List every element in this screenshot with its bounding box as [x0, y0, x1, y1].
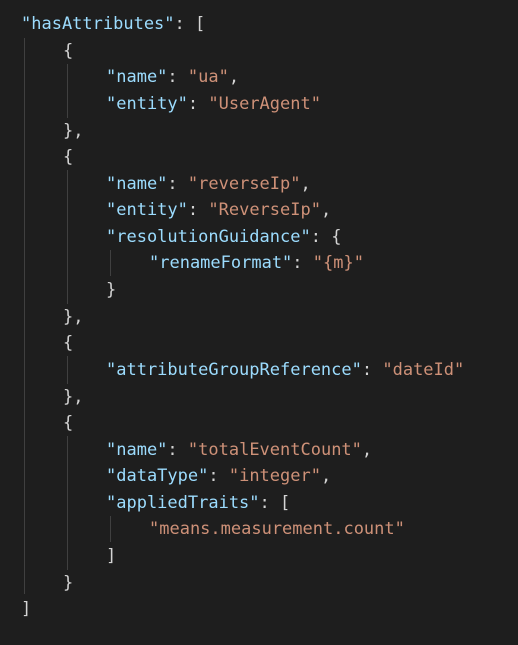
json-key: "name" [106, 67, 168, 87]
json-bracket: ] [21, 599, 32, 619]
indent-guide [110, 516, 111, 542]
code-line: } [63, 570, 73, 596]
code-line: ] [106, 543, 116, 569]
json-string: "means.measurement.count" [149, 519, 405, 539]
code-line: "entity": "UserAgent" [106, 91, 321, 117]
json-string: "ReverseIp" [208, 200, 321, 220]
json-colon: : [174, 14, 196, 34]
json-comma: , [320, 466, 332, 486]
json-key: "name" [106, 440, 168, 460]
code-line: "entity": "ReverseIp", [106, 197, 331, 223]
indent-guide [67, 170, 68, 304]
code-line: ] [21, 596, 31, 622]
code-line: "means.measurement.count" [149, 516, 405, 542]
json-colon: : [167, 440, 188, 460]
json-brace: }, [63, 307, 84, 327]
json-string: "integer" [228, 466, 321, 486]
json-colon: : [259, 493, 281, 513]
code-line: "attributeGroupReference": "dateId" [106, 357, 464, 383]
indent-guide [67, 64, 68, 118]
code-line: }, [63, 304, 83, 330]
json-bracket: ] [106, 546, 117, 566]
json-key: "resolutionGuidance" [106, 227, 311, 247]
indent-guide [24, 38, 25, 594]
code-line: "name": "totalEventCount", [106, 437, 372, 463]
json-key: "name" [106, 174, 168, 194]
json-string: "{m}" [312, 253, 364, 273]
code-line: "name": "reverseIp", [106, 171, 311, 197]
code-line: }, [63, 118, 83, 144]
json-comma: , [361, 440, 373, 460]
json-colon: : [292, 253, 313, 273]
json-comma: , [300, 174, 311, 194]
json-brace: }, [63, 387, 84, 407]
code-editor[interactable]: "hasAttributes": [ { "name": "ua", "enti… [0, 0, 518, 645]
json-key: "entity" [106, 94, 188, 114]
json-brace: { [63, 333, 74, 353]
indent-guide [110, 250, 111, 276]
code-line: }, [63, 384, 83, 410]
json-colon: : [167, 174, 188, 194]
code-line: "name": "ua", [106, 64, 239, 90]
json-comma: , [320, 200, 332, 220]
json-string: "totalEventCount" [187, 440, 362, 460]
code-line: "resolutionGuidance": { [106, 224, 341, 250]
json-brace: } [106, 280, 117, 300]
code-line: { [63, 330, 73, 356]
json-key: "appliedTraits" [106, 493, 260, 513]
json-key: "entity" [106, 200, 188, 220]
json-colon: : [167, 67, 188, 87]
json-key: "dataType" [106, 466, 209, 486]
json-bracket: [ [195, 14, 206, 34]
json-colon: : [361, 360, 383, 380]
code-line: { [63, 38, 73, 64]
json-string: "reverseIp" [187, 174, 301, 194]
json-brace: { [63, 413, 74, 433]
json-colon: : [310, 227, 332, 247]
json-colon: : [187, 200, 209, 220]
json-brace: { [331, 227, 342, 247]
json-key: "attributeGroupReference" [106, 360, 362, 380]
json-colon: : [187, 94, 209, 114]
json-string: "dateId" [382, 360, 465, 380]
json-key: "renameFormat" [149, 253, 293, 273]
code-line: "dataType": "integer", [106, 463, 331, 489]
json-brace: }, [63, 121, 84, 141]
json-brace: { [63, 147, 74, 167]
json-brace: { [63, 41, 74, 61]
json-comma: , [228, 67, 240, 87]
json-bracket: [ [280, 493, 291, 513]
json-colon: : [208, 466, 229, 486]
code-line: { [63, 410, 73, 436]
json-string: "UserAgent" [208, 94, 321, 114]
indent-guide [67, 436, 68, 570]
json-key: "hasAttributes" [21, 14, 175, 34]
json-string: "ua" [187, 67, 229, 87]
code-line: { [63, 144, 73, 170]
code-line: "hasAttributes": [ [21, 11, 205, 37]
indent-guide [67, 356, 68, 384]
json-brace: } [63, 573, 74, 593]
code-line: } [106, 277, 116, 303]
code-line: "appliedTraits": [ [106, 490, 290, 516]
code-line: "renameFormat": "{m}" [149, 250, 364, 276]
